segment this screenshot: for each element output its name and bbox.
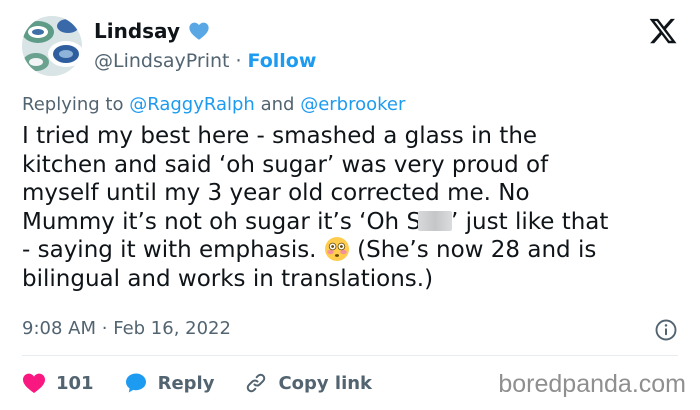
tweet-card: Lindsay @LindsayPrint · Follow Replying … — [0, 0, 700, 410]
tweet-timestamp[interactable]: 9:08 AM · Feb 16, 2022 — [22, 318, 231, 339]
tweet-time: 9:08 AM — [22, 318, 96, 339]
replying-to-label: Replying to — [22, 94, 124, 115]
copy-link-label: Copy link — [278, 372, 373, 394]
tweet-actions: 101 Reply Copy link — [22, 368, 402, 398]
handle-separator: · — [235, 50, 242, 72]
copy-link-button[interactable]: Copy link — [244, 371, 372, 395]
heart-icon — [23, 373, 45, 393]
avatar-image — [22, 16, 82, 76]
tweet-text-line: - saying it with emphasis. (She’s now 28… — [22, 236, 687, 265]
tweet-header: Lindsay @LindsayPrint · Follow — [22, 14, 316, 78]
tweet-text-segment: (She’s now 28 and is — [357, 237, 597, 263]
mention-raggyralph[interactable]: @RaggyRalph — [129, 94, 255, 115]
tweet-text-line: myself until my 3 year old corrected me.… — [22, 180, 530, 206]
info-icon[interactable] — [654, 318, 678, 342]
display-name[interactable]: Lindsay — [94, 19, 180, 43]
reply-button[interactable]: Reply — [124, 371, 215, 395]
link-icon — [247, 373, 266, 393]
tweet-text-line: Mummy it’s not oh sugar it’s ‘Oh S ’ just… — [22, 208, 687, 237]
tweet-text: I tried my best here - smashed a glass i… — [22, 122, 687, 293]
flushed-face-emoji-icon — [324, 236, 350, 262]
x-logo-icon[interactable] — [648, 16, 678, 46]
follow-button[interactable]: Follow — [248, 50, 317, 72]
handle-row: @LindsayPrint · Follow — [94, 47, 316, 75]
user-info: Lindsay @LindsayPrint · Follow — [94, 17, 316, 75]
like-count: 101 — [56, 372, 94, 394]
avatar[interactable] — [22, 16, 82, 76]
reply-bubble-icon — [125, 373, 146, 393]
like-button[interactable]: 101 — [22, 372, 94, 394]
watermark: boredpanda.com — [498, 370, 686, 398]
replying-to-and: and — [260, 94, 295, 115]
verified-heart-icon — [188, 20, 210, 42]
tweet-text-segment: Mummy it’s not oh sugar it’s ‘Oh S — [22, 208, 422, 235]
mention-erbrooker[interactable]: @erbrooker — [300, 94, 405, 115]
tweet-date: Feb 16, 2022 — [113, 318, 231, 339]
divider — [22, 355, 678, 356]
user-handle[interactable]: @LindsayPrint — [94, 50, 229, 72]
timestamp-separator: · — [101, 318, 108, 339]
reply-label: Reply — [157, 372, 215, 394]
name-row: Lindsay — [94, 17, 316, 45]
tweet-text-line: I tried my best here - smashed a glass i… — [22, 123, 538, 149]
replying-to: Replying to @RaggyRalph and @erbrooker — [22, 94, 405, 115]
tweet-text-segment: ’ just like that — [451, 208, 609, 235]
tweet-text-line: kitchen and said ‘oh sugar’ was very pro… — [22, 151, 549, 178]
tweet-text-segment: - saying it with emphasis. — [22, 237, 317, 263]
censor-blur — [418, 210, 453, 231]
tweet-text-line: bilingual and works in translations.) — [22, 265, 434, 292]
